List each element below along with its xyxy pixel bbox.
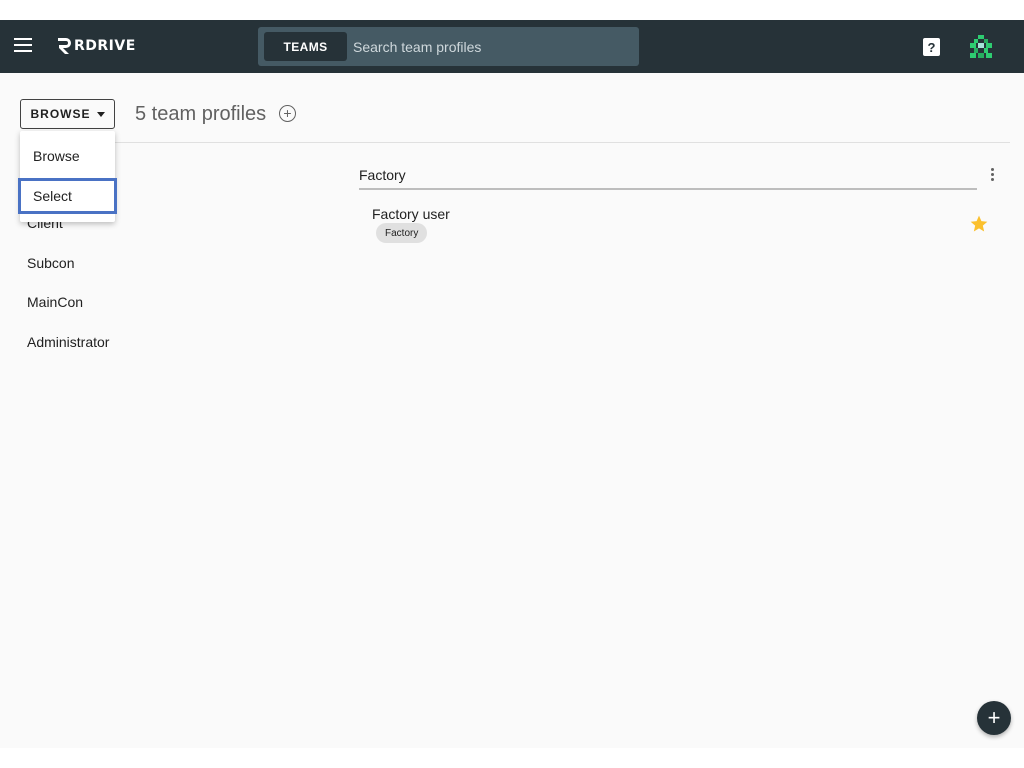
search-input[interactable] [353, 33, 633, 60]
add-circle-icon[interactable]: + [279, 105, 296, 122]
user-avatar[interactable] [966, 32, 996, 62]
star-icon[interactable] [969, 214, 989, 234]
header-divider [20, 142, 1010, 143]
search-scope-button[interactable]: TEAMS [264, 32, 347, 61]
hamburger-menu-icon[interactable] [14, 38, 32, 54]
app-window: RDRIVE TEAMS ? BROWSE 5 team profiles + … [0, 20, 1024, 748]
page-title: 5 team profiles [135, 103, 267, 125]
view-mode-dropdown-button[interactable]: BROWSE [20, 99, 115, 129]
add-fab-button[interactable]: + [977, 701, 1011, 735]
brand-logo[interactable]: RDRIVE [56, 36, 136, 56]
brand-name: RDRIVE [74, 38, 136, 54]
sidebar-item-maincon[interactable]: MainCon [27, 294, 83, 310]
menu-item-select[interactable]: Select [18, 178, 117, 214]
more-options-icon[interactable] [988, 168, 996, 184]
search-bar: TEAMS [258, 27, 639, 66]
sidebar-item-administrator[interactable]: Administrator [27, 334, 109, 350]
sidebar-item-subcon[interactable]: Subcon [27, 255, 74, 271]
view-mode-menu: Browse Select [18, 131, 117, 222]
caret-down-icon [96, 111, 105, 117]
menu-item-browse[interactable]: Browse [20, 137, 115, 175]
rdrive-logo-icon [58, 38, 71, 54]
view-mode-label: BROWSE [30, 107, 91, 121]
help-icon[interactable]: ? [923, 38, 940, 56]
profile-tag: Factory [376, 223, 428, 243]
group-header: Factory [359, 167, 977, 190]
profile-name[interactable]: Factory user [372, 206, 450, 222]
top-app-bar: RDRIVE TEAMS ? [0, 20, 1024, 73]
